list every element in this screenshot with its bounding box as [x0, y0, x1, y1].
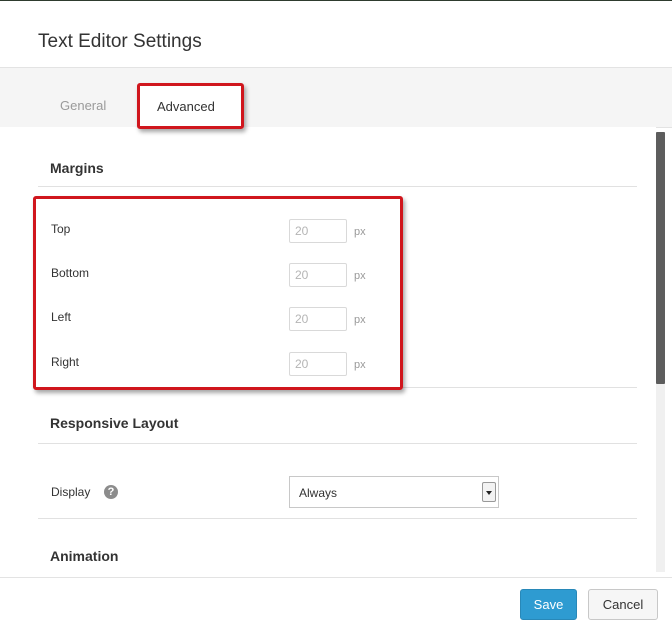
highlight-box-advanced-tab: [137, 83, 244, 129]
highlight-box-margins: [33, 196, 403, 390]
section-divider: [38, 186, 637, 187]
display-label: Display: [51, 485, 91, 499]
dialog-header: Text Editor Settings: [0, 1, 672, 67]
section-divider: [38, 518, 637, 519]
section-divider: [38, 443, 637, 444]
save-button[interactable]: Save: [520, 589, 577, 620]
tab-general[interactable]: General: [60, 98, 106, 113]
responsive-layout-heading: Responsive Layout: [50, 415, 179, 431]
margins-heading: Margins: [50, 160, 104, 176]
cancel-button[interactable]: Cancel: [588, 589, 658, 620]
dialog-title: Text Editor Settings: [38, 31, 202, 52]
animation-heading: Animation: [50, 548, 119, 564]
display-select-value: Always: [299, 486, 338, 500]
display-select[interactable]: Always: [289, 476, 499, 508]
help-icon[interactable]: ?: [104, 485, 118, 499]
tab-bar: General: [0, 67, 672, 128]
dropdown-arrow-icon[interactable]: [482, 482, 496, 502]
scrollbar-thumb[interactable]: [656, 132, 665, 384]
